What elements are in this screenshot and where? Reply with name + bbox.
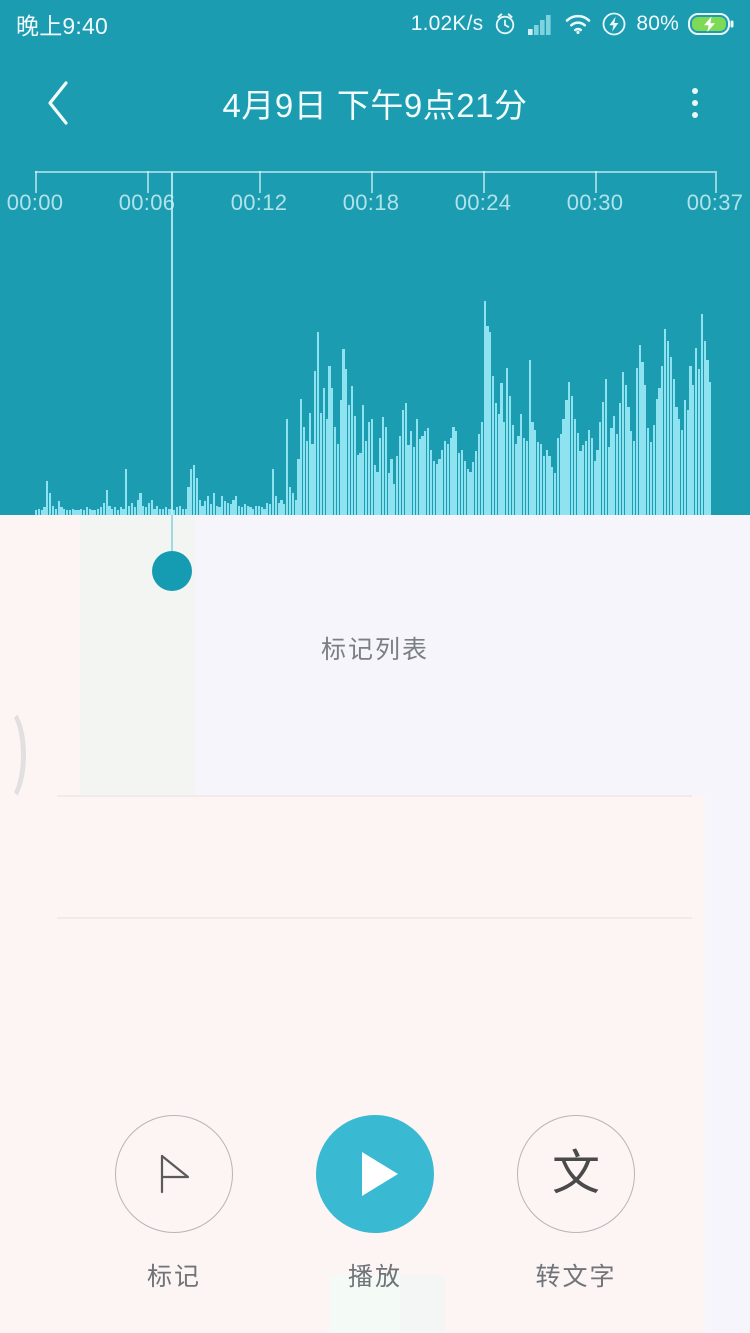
ruler-tick-label: 00:00 — [6, 190, 64, 215]
alarm-clock-icon — [496, 13, 515, 35]
ruler-tick-label: 00:18 — [342, 190, 400, 215]
play-button-label: 播放 — [347, 1263, 402, 1291]
network-speed-text: 1.02K/s — [410, 12, 484, 35]
recorder-playback-screen: 晚上9:40 1.02K/s 80% 4月9日 下午9点21分 00:00 00… — [0, 0, 750, 1333]
ruler-tick-label: 00:24 — [454, 190, 512, 215]
battery-charging-icon — [688, 13, 734, 35]
to-text-button-label: 转文字 — [535, 1263, 617, 1291]
ruler-tick-label: 00:37 — [686, 190, 744, 215]
overflow-dot — [692, 88, 698, 94]
playhead-handle[interactable] — [152, 551, 192, 591]
ruler-tick-label: 00:30 — [566, 190, 624, 215]
list-divider — [57, 795, 692, 797]
to-text-button-circle: 文 — [517, 1115, 635, 1233]
mark-button-circle — [115, 1115, 233, 1233]
page-title: 4月9日 下午9点21分 — [222, 87, 528, 124]
wifi-icon — [566, 14, 591, 34]
overflow-menu-button[interactable] — [662, 70, 728, 136]
chinese-character-wen-icon: 文 — [551, 1147, 600, 1200]
overflow-dot — [692, 112, 698, 118]
play-button[interactable]: 播放 — [275, 1115, 475, 1293]
flash-circle-icon — [602, 12, 626, 36]
waveform-bar — [709, 381, 712, 515]
list-divider — [57, 917, 692, 919]
action-bar: 标记 播放 文 转文字 — [0, 1115, 750, 1305]
playhead-line — [171, 172, 173, 558]
status-time: 晚上9:40 — [16, 13, 108, 39]
ruler-tick-label: 00:06 — [118, 190, 176, 215]
ruler-tick-label: 00:12 — [230, 190, 288, 215]
overflow-dot — [692, 100, 698, 106]
status-bar: 晚上9:40 1.02K/s 80% — [0, 0, 750, 48]
teal-header-section: 晚上9:40 1.02K/s 80% 4月9日 下午9点21分 00:00 00… — [0, 0, 750, 515]
mark-list-empty-label: 标记列表 — [320, 636, 429, 664]
waveform-canvas[interactable] — [0, 230, 750, 515]
to-text-button[interactable]: 文 转文字 — [476, 1115, 676, 1293]
battery-percent-text: 80% — [636, 12, 679, 35]
mark-button-label: 标记 — [146, 1263, 201, 1291]
play-button-circle — [316, 1115, 434, 1233]
mark-button[interactable]: 标记 — [74, 1115, 274, 1293]
signal-bars-icon — [528, 15, 551, 35]
back-chevron-icon — [48, 81, 68, 125]
playhead-line-lower — [171, 515, 173, 555]
timeline-ruler[interactable]: 00:00 00:06 00:12 00:18 00:24 00:30 00:37 — [0, 160, 750, 230]
ruler-baseline — [35, 171, 715, 173]
title-bar: 4月9日 下午9点21分 — [0, 48, 750, 158]
play-icon — [362, 1152, 398, 1196]
back-button[interactable] — [26, 70, 92, 136]
flag-icon — [160, 1154, 190, 1194]
status-icons-group: 1.02K/s 80% — [411, 11, 734, 37]
